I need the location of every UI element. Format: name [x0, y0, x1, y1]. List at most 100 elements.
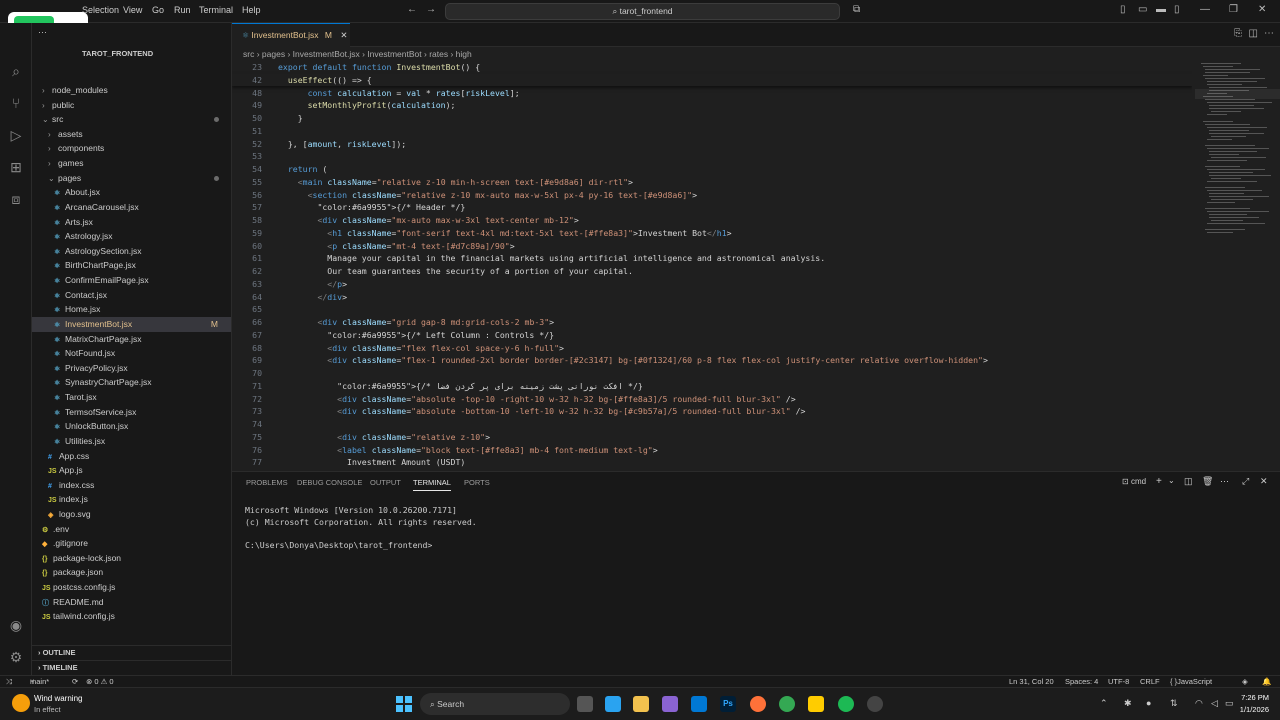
tray-volume-icon[interactable]: ◁	[1211, 698, 1218, 709]
tree-file[interactable]: ⚛ BirthChartPage.jsx	[32, 258, 231, 273]
search-icon[interactable]: ⌕	[7, 63, 25, 80]
tree-file[interactable]: # index.css	[32, 478, 231, 493]
code-line[interactable]: 50 }	[232, 112, 1192, 125]
split-terminal-icon[interactable]: ◫	[1184, 476, 1193, 487]
clock-time[interactable]: 7:26 PM	[1237, 693, 1269, 702]
breadcrumb-item[interactable]: pages	[262, 49, 285, 59]
project-title[interactable]: TAROT_FRONTEND	[82, 49, 153, 58]
tree-file[interactable]: ⚛ TermsofService.jsx	[32, 405, 231, 420]
code-line[interactable]: 55 <main className="relative z-10 min-h-…	[232, 176, 1192, 189]
code-line[interactable]: 76 <label className="block text-[#ffe8a3…	[232, 444, 1192, 457]
tree-file[interactable]: ⚛ AstrologySection.jsx	[32, 244, 231, 259]
tree-file[interactable]: ⚛ UnlockButton.jsx	[32, 419, 231, 434]
minimap[interactable]	[1195, 61, 1280, 471]
tree-file[interactable]: {} package.json	[32, 565, 231, 580]
code-line[interactable]: 54 return (	[232, 163, 1192, 176]
breadcrumb-item[interactable]: InvestmentBot	[367, 49, 421, 59]
timeline-section[interactable]: › TIMELINE	[32, 660, 231, 674]
language-mode[interactable]: { } JavaScript JSX	[1170, 676, 1212, 697]
chrome-icon[interactable]	[779, 696, 795, 712]
cursor-position[interactable]: Ln 31, Col 20	[1009, 676, 1054, 687]
settings-app-icon[interactable]	[867, 696, 883, 712]
menu-help[interactable]: Help	[242, 5, 261, 15]
tree-file[interactable]: JS App.js	[32, 463, 231, 478]
tree-file[interactable]: ◈ logo.svg	[32, 507, 231, 522]
forward-arrow-icon[interactable]: →	[426, 4, 436, 15]
file-explorer-icon[interactable]	[633, 696, 649, 712]
layout-secondary-icon[interactable]: ▯	[1174, 4, 1180, 15]
firefox-icon[interactable]	[750, 696, 766, 712]
restore-icon[interactable]: ❐	[1229, 4, 1238, 15]
tree-file[interactable]: ◆ .gitignore	[32, 536, 231, 551]
back-arrow-icon[interactable]: ←	[407, 4, 417, 15]
code-line[interactable]: 52 }, [amount, riskLevel]);	[232, 138, 1192, 151]
split-editor-icon[interactable]: ◫	[1249, 28, 1258, 39]
code-line[interactable]: 75 <div className="relative z-10">	[232, 431, 1192, 444]
tree-folder[interactable]: › games	[32, 156, 231, 171]
tree-file[interactable]: ⚛ ConfirmEmailPage.jsx	[32, 273, 231, 288]
tree-folder[interactable]: › components	[32, 141, 231, 156]
source-control-icon[interactable]: ⑂	[7, 95, 25, 111]
tray-language-icon[interactable]: ⇅	[1170, 698, 1178, 709]
tab-investmentbot[interactable]: ⚛ InvestmentBot.jsx M ✕	[232, 23, 350, 47]
tray-chevron-icon[interactable]: ⌃	[1100, 698, 1108, 709]
tab-output[interactable]: OUTPUT	[370, 478, 401, 487]
encoding[interactable]: UTF-8	[1108, 676, 1129, 687]
code-line[interactable]: 51	[232, 125, 1192, 138]
tab-close-icon[interactable]: ✕	[340, 30, 347, 40]
code-line[interactable]: 71 "color:#6a9955">{/* افکت نورانی پشت ز…	[232, 380, 1192, 393]
tree-file[interactable]: ⚛ MatrixChartPage.jsx	[32, 332, 231, 347]
task-view-icon[interactable]	[577, 696, 593, 712]
tree-file[interactable]: ⚙ .env	[32, 522, 231, 537]
explorer-more-icon[interactable]: ⋯	[38, 27, 47, 38]
outline-section[interactable]: › OUTLINE	[32, 645, 231, 659]
tree-file[interactable]: ⚛ Utilities.jsx	[32, 434, 231, 449]
code-line[interactable]: 60 <p className="mt-4 text-[#d7c89a]/90"…	[232, 240, 1192, 253]
more-actions-icon[interactable]: ⋯	[1220, 476, 1229, 487]
layout-editor-icon[interactable]: ▭	[1138, 4, 1147, 15]
code-line[interactable]: 67 "color:#6a9955">{/* Left Column : Con…	[232, 329, 1192, 342]
code-editor[interactable]: 23 export default function InvestmentBot(…	[232, 61, 1192, 471]
more-actions-icon[interactable]: ⋯	[1264, 28, 1274, 39]
remote-indicator-icon[interactable]: ⤨	[6, 676, 12, 687]
tree-file[interactable]: ⚛ Contact.jsx	[32, 288, 231, 303]
tree-file[interactable]: JS tailwind.config.js	[32, 609, 231, 624]
visual-studio-icon[interactable]	[662, 696, 678, 712]
code-line[interactable]: 61 Manage your capital in the financial …	[232, 252, 1192, 265]
new-terminal-icon[interactable]: +	[1156, 476, 1162, 487]
terminal-shell-selector[interactable]: ⊡ cmd	[1122, 477, 1146, 486]
tree-file[interactable]: ⚛ Astrology.jsx	[32, 229, 231, 244]
windows-start-icon[interactable]	[396, 696, 412, 712]
line-ending[interactable]: CRLF	[1140, 676, 1160, 687]
copilot-app-icon[interactable]	[605, 696, 621, 712]
settings-gear-icon[interactable]: ⚙	[7, 649, 25, 666]
notifications-icon[interactable]: 🔔	[1262, 676, 1271, 687]
vscode-icon[interactable]	[691, 696, 707, 712]
tab-debug-console[interactable]: DEBUG CONSOLE	[297, 478, 362, 487]
weather-warning-icon[interactable]	[12, 694, 30, 712]
tree-file[interactable]: ⚛ ArcanaCarousel.jsx	[32, 200, 231, 215]
code-line[interactable]: 48 const calculation = val * rates[riskL…	[232, 87, 1192, 100]
code-line[interactable]: 62 Our team guarantees the security of a…	[232, 265, 1192, 278]
sticky-notes-icon[interactable]	[808, 696, 824, 712]
tray-bluetooth-icon[interactable]: ✱	[1124, 698, 1132, 709]
menu-terminal[interactable]: Terminal	[199, 5, 233, 15]
tree-file[interactable]: ⚛ SynastryChartPage.jsx	[32, 375, 231, 390]
tree-file[interactable]: ⚛ About.jsx	[32, 185, 231, 200]
code-line[interactable]: 77 Investment Amount (USDT)	[232, 456, 1192, 469]
breadcrumb-item[interactable]: InvestmentBot.jsx	[293, 49, 360, 59]
layout-panel-icon[interactable]: ▬	[1156, 4, 1166, 15]
menu-run[interactable]: Run	[174, 5, 191, 15]
maximize-panel-icon[interactable]: ⤢	[1242, 476, 1249, 487]
close-icon[interactable]: ✕	[1258, 4, 1266, 15]
tree-file[interactable]: JS index.js	[32, 492, 231, 507]
clock-date[interactable]: 1/1/2026	[1232, 705, 1269, 714]
code-line[interactable]: 59 <h1 className="font-serif text-4xl md…	[232, 227, 1192, 240]
code-line[interactable]: 68 <div className="flex flex-col space-y…	[232, 342, 1192, 355]
code-line[interactable]: 66 <div className="grid gap-8 md:grid-co…	[232, 316, 1192, 329]
tree-folder[interactable]: › node_modules	[32, 83, 231, 98]
tree-file[interactable]: ⚛ PrivacyPolicy.jsx	[32, 361, 231, 376]
spotify-icon[interactable]	[838, 696, 854, 712]
layout-sidebar-icon[interactable]: ▯	[1120, 4, 1126, 15]
tree-folder[interactable]: ⌄ src	[32, 112, 231, 127]
